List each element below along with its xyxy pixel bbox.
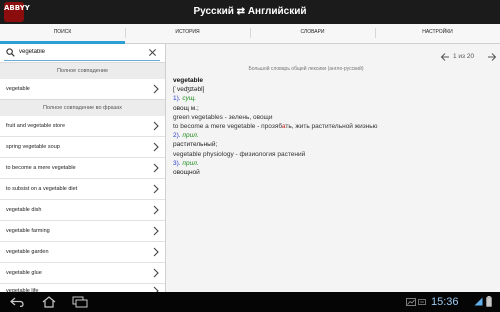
dictionary-name: Большой словарь общей лексики (англо-рус… bbox=[248, 66, 364, 72]
list-item-label: vegetable life bbox=[6, 288, 39, 292]
home-icon[interactable] bbox=[42, 296, 56, 308]
part-of-speech: сущ. bbox=[182, 95, 197, 103]
back-icon[interactable] bbox=[10, 297, 24, 307]
list-item[interactable]: vegetable bbox=[0, 79, 165, 100]
screenshot-icon bbox=[406, 298, 416, 306]
search-icon bbox=[6, 48, 15, 57]
tab-history[interactable]: ИСТОРИЯ bbox=[125, 24, 250, 43]
keyboard-icon bbox=[418, 299, 426, 305]
system-bar: 15:36 bbox=[0, 292, 500, 312]
translation: овощ м.; bbox=[173, 104, 199, 112]
phrase-match-header: Полное совпадение во фразах bbox=[0, 99, 165, 117]
chevron-right-icon bbox=[153, 205, 159, 215]
list-item[interactable]: to become a mere vegetable bbox=[0, 158, 165, 179]
battery-icon bbox=[486, 296, 492, 307]
list-item-label: fruit and vegetable store bbox=[6, 123, 66, 129]
translation: растительный; bbox=[173, 141, 218, 149]
wifi-icon bbox=[474, 297, 483, 306]
list-item[interactable]: vegetable garden bbox=[0, 242, 165, 263]
list-item-label: spring vegetable soup bbox=[6, 144, 60, 150]
part-of-speech: прил. bbox=[182, 159, 199, 167]
chevron-right-icon bbox=[153, 142, 159, 152]
chevron-right-icon bbox=[153, 84, 159, 94]
sense-1: 1). сущ. bbox=[173, 94, 493, 103]
sense-number: 1). bbox=[173, 95, 181, 103]
list-item-label: vegetable bbox=[6, 86, 30, 92]
sense-2: 2). прил. bbox=[173, 131, 493, 140]
list-item[interactable]: spring vegetable soup bbox=[0, 137, 165, 158]
example: vegetable physiology - физиология растен… bbox=[173, 150, 306, 158]
headword: vegetable bbox=[173, 77, 203, 84]
results-list-pane: Полное совпадение vegetable Полное совпа… bbox=[0, 44, 166, 292]
tab-bar: ПОИСК ИСТОРИЯ СЛОВАРИ НАСТРОЙКИ bbox=[0, 24, 500, 44]
part-of-speech: прил. bbox=[182, 132, 199, 140]
sense-number: 2). bbox=[173, 132, 181, 140]
exact-match-header: Полное совпадение bbox=[0, 62, 165, 80]
list-item[interactable]: to subsist on a vegetable diet bbox=[0, 179, 165, 200]
example: green vegetables - зелень, овощи bbox=[173, 113, 273, 121]
search-input[interactable] bbox=[19, 46, 139, 58]
example: to become a mere vegetable - прозябать, … bbox=[173, 122, 493, 131]
list-item[interactable]: vegetable farming bbox=[0, 221, 165, 242]
example-part: to become a mere vegetable - прозяб bbox=[173, 123, 282, 131]
arrow-right-icon[interactable] bbox=[487, 52, 497, 62]
result-counter: 1 из 20 bbox=[453, 53, 475, 60]
tab-settings[interactable]: НАСТРОЙКИ bbox=[375, 24, 500, 43]
chevron-right-icon bbox=[153, 184, 159, 194]
clear-icon[interactable] bbox=[148, 48, 157, 57]
list-item[interactable]: fruit and vegetable store bbox=[0, 116, 165, 137]
action-bar: ABBYY Русский ⇄ Английский bbox=[0, 0, 500, 24]
list-item-label: to become a mere vegetable bbox=[6, 165, 76, 171]
translation: овощной bbox=[173, 169, 200, 177]
sense-3: 3). прил. bbox=[173, 159, 493, 168]
list-item-label: vegetable dish bbox=[6, 207, 42, 213]
recent-apps-icon[interactable] bbox=[72, 296, 88, 308]
arrow-left-icon[interactable] bbox=[440, 52, 450, 62]
clock: 15:36 bbox=[431, 296, 459, 308]
sense-number: 3). bbox=[173, 159, 181, 167]
search-bar bbox=[0, 44, 165, 62]
list-item-label: to subsist on a vegetable diet bbox=[6, 186, 78, 192]
dictionary-entry: vegetable [ˈveʤɪtəbl] 1). сущ. овощ м.; … bbox=[173, 76, 493, 177]
list-item[interactable]: vegetable dish bbox=[0, 200, 165, 221]
example-part: ть, жить растительной жизнью bbox=[285, 123, 378, 131]
list-item[interactable]: vegetable glue bbox=[0, 263, 165, 284]
article-pane: 1 из 20 Большой словарь общей лексики (а… bbox=[166, 44, 500, 292]
tab-search[interactable]: ПОИСК bbox=[0, 24, 125, 44]
chevron-right-icon bbox=[153, 121, 159, 131]
search-underline bbox=[4, 60, 160, 61]
list-item-label: vegetable glue bbox=[6, 270, 42, 276]
transcription: [ˈveʤɪtəbl] bbox=[173, 86, 205, 94]
chevron-right-icon bbox=[153, 163, 159, 173]
list-item[interactable]: vegetable life bbox=[0, 284, 165, 292]
language-direction-title[interactable]: Русский ⇄ Английский bbox=[0, 0, 500, 24]
list-item-label: vegetable garden bbox=[6, 249, 49, 255]
list-item-label: vegetable farming bbox=[6, 228, 50, 234]
tab-dictionaries[interactable]: СЛОВАРИ bbox=[250, 24, 375, 43]
chevron-right-icon bbox=[153, 247, 159, 257]
chevron-right-icon bbox=[153, 226, 159, 236]
chevron-right-icon bbox=[153, 268, 159, 278]
